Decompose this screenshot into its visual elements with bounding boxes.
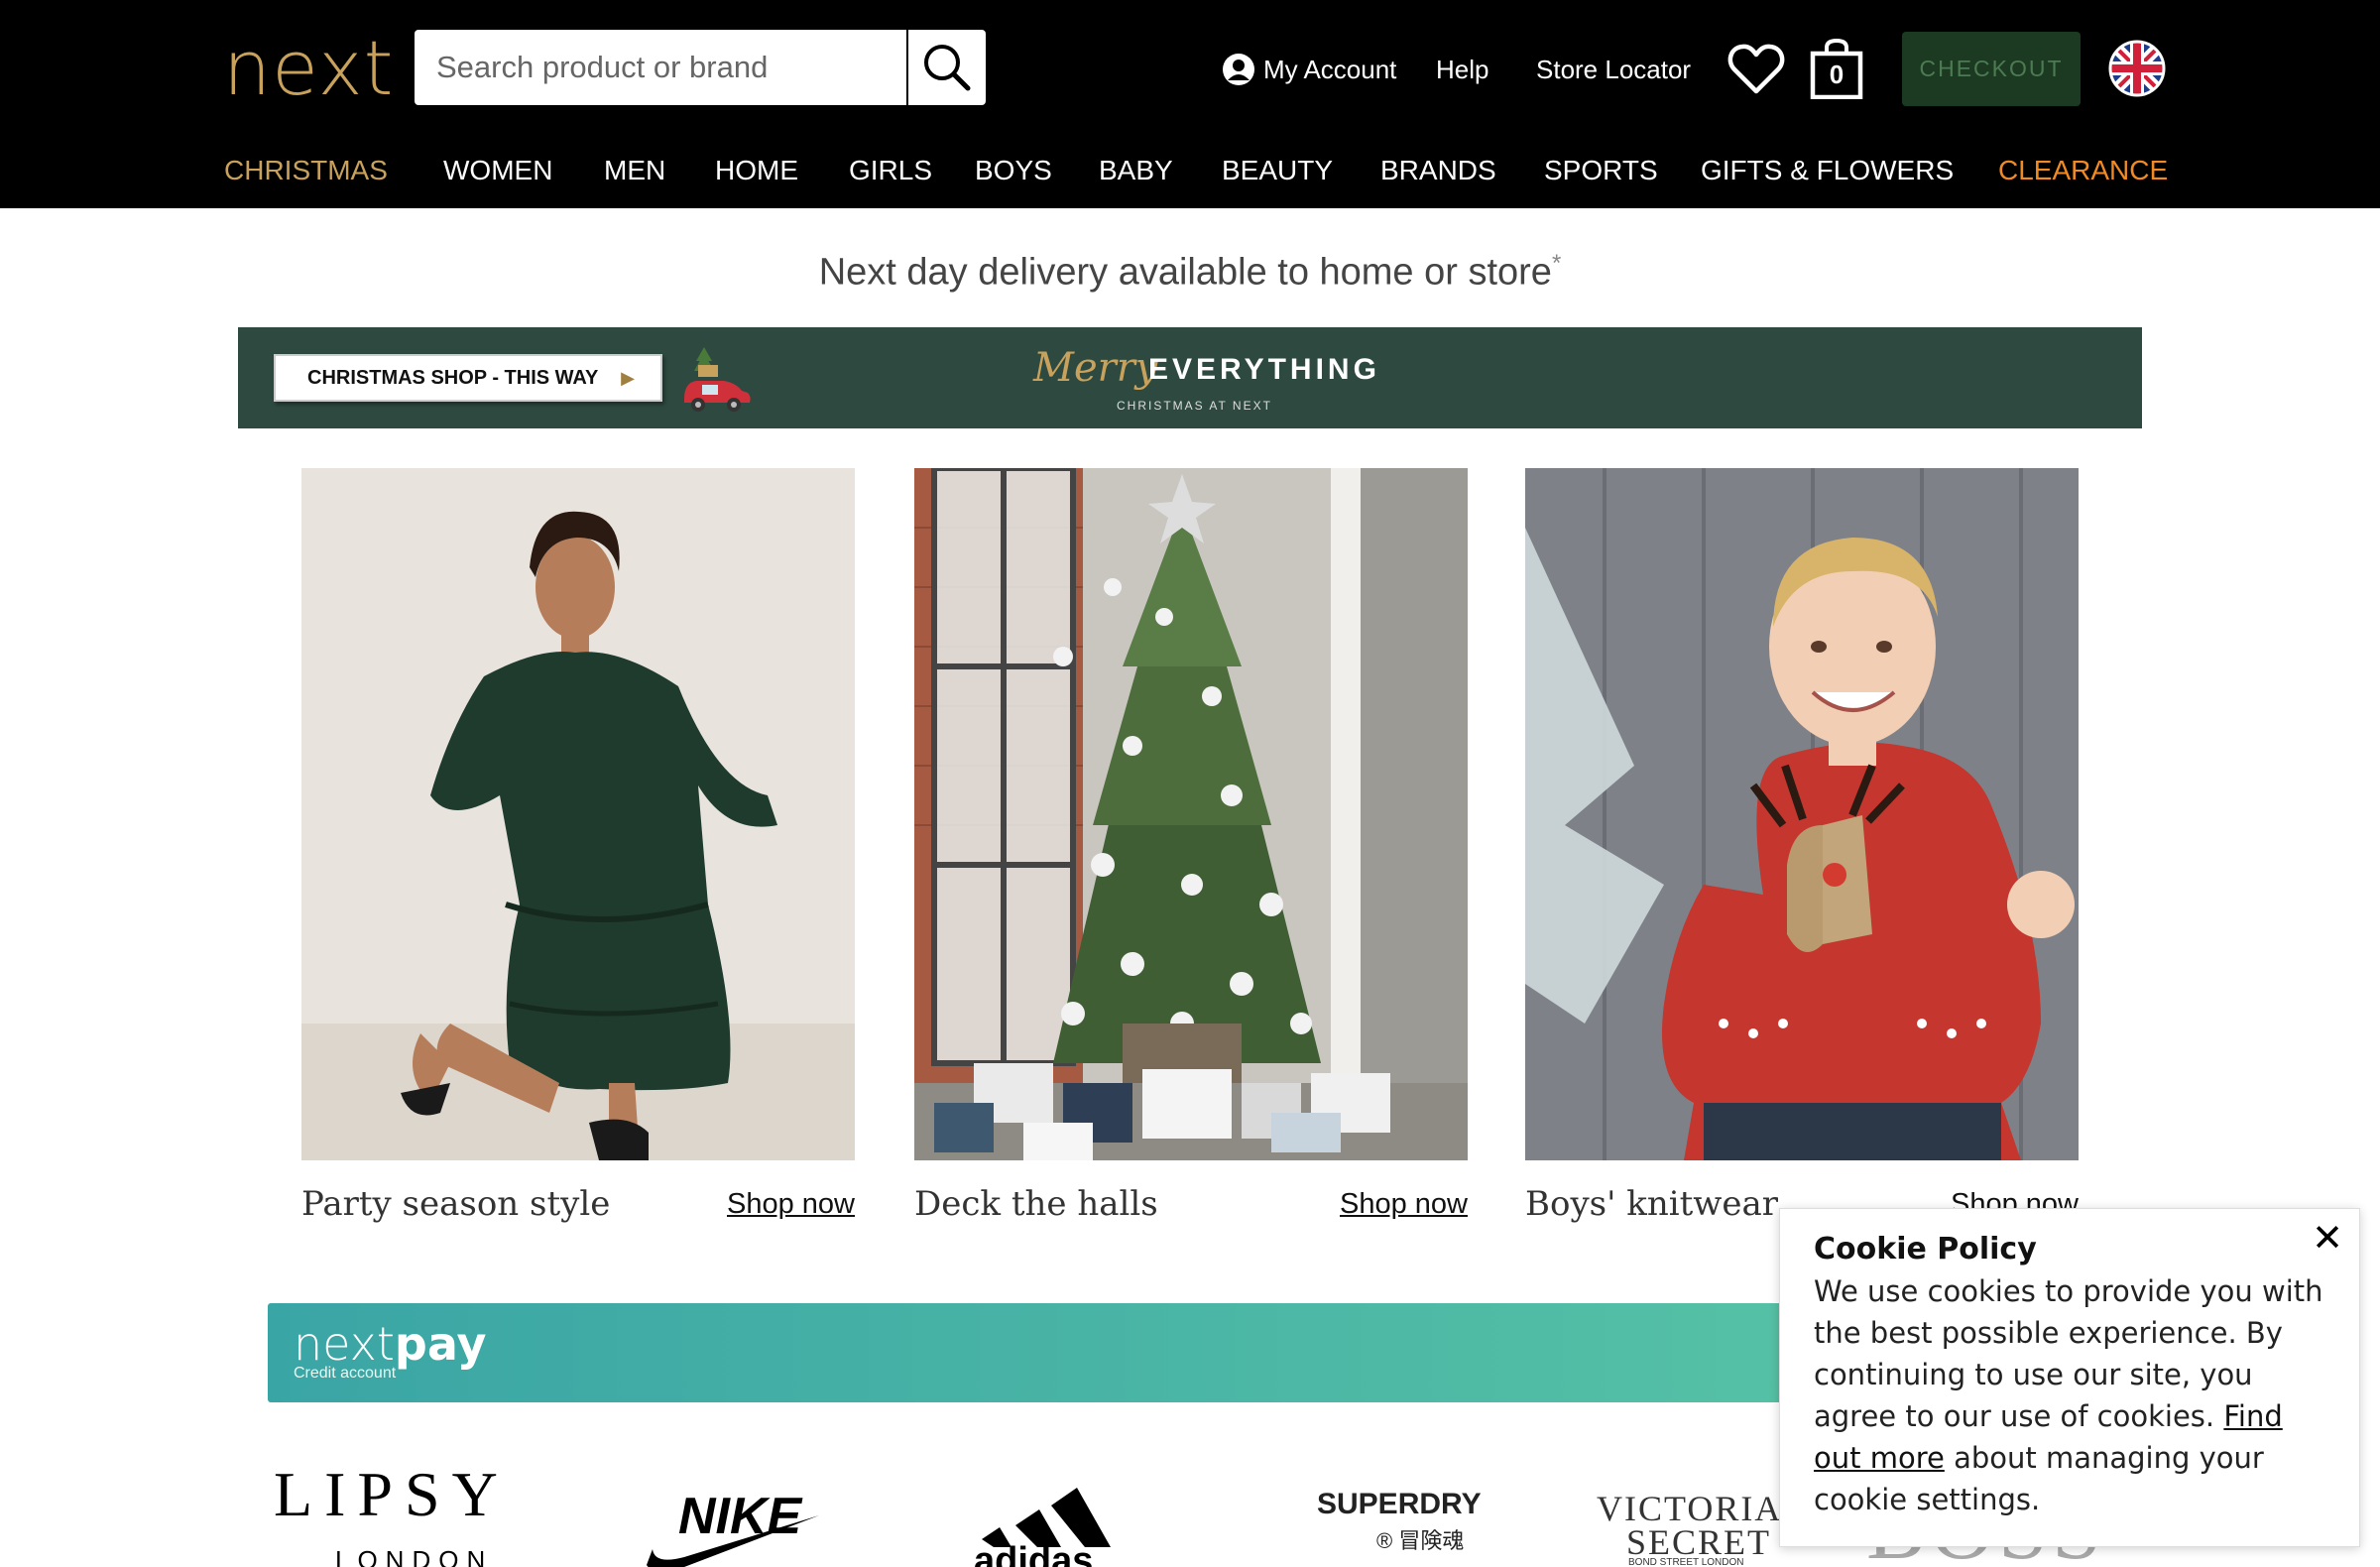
search-icon [924, 45, 971, 91]
shop-now-link[interactable]: Shop now [1340, 1188, 1468, 1221]
christmas-tree-image[interactable] [914, 468, 1468, 1160]
search-box [415, 30, 986, 105]
nextpay-logo-next: next [294, 1317, 395, 1371]
party-dress-image[interactable] [301, 468, 855, 1160]
search-input[interactable] [415, 30, 906, 105]
lipsy-logo-sub: LONDON [335, 1545, 494, 1567]
main-nav: CHRISTMAS WOMEN MEN HOME GIRLS BOYS BABY… [0, 151, 2380, 190]
nav-clearance[interactable]: CLEARANCE [1998, 151, 2168, 190]
play-arrow-icon: ▶ [621, 368, 635, 388]
card-caption: Deck the halls [914, 1184, 1158, 1224]
superdry-logo-sub: ® 冒険魂 [1376, 1528, 1465, 1553]
cookie-body: We use cookies to provide you with the b… [1814, 1270, 2329, 1520]
nav-beauty[interactable]: BEAUTY [1222, 151, 1333, 190]
help-link[interactable]: Help [1436, 52, 1488, 87]
promo-card-knitwear[interactable]: Boys' knitwear Shop now [1525, 468, 2079, 1224]
christmas-banner[interactable]: CHRISTMAS SHOP - THIS WAY ▶ Merry EVERYT… [238, 327, 2142, 428]
everything-text: EVERYTHING [1148, 353, 1380, 386]
christmas-shop-label: CHRISTMAS SHOP - THIS WAY [307, 367, 599, 389]
nav-boys[interactable]: BOYS [975, 151, 1052, 190]
christmas-at-next-text: CHRISTMAS AT NEXT [1117, 399, 1272, 413]
nike-logo-text: NIKE [678, 1488, 803, 1545]
my-account-link[interactable]: My Account [1222, 52, 1396, 87]
card-caption: Boys' knitwear [1525, 1184, 1779, 1224]
delivery-asterisk: * [1551, 250, 1562, 277]
nav-sports[interactable]: SPORTS [1544, 151, 1658, 190]
uk-flag-icon[interactable] [2108, 40, 2166, 97]
nextpay-logo: nextpay [294, 1317, 486, 1371]
superdry-logo[interactable]: SUPERDRY [1317, 1488, 1482, 1521]
shop-now-link[interactable]: Shop now [727, 1188, 855, 1221]
close-icon[interactable]: ✕ [2312, 1219, 2343, 1259]
nav-brands[interactable]: BRANDS [1380, 151, 1496, 190]
nextpay-logo-pay: pay [394, 1317, 487, 1371]
promo-card-party[interactable]: Party season style Shop now [301, 468, 855, 1224]
store-locator-link[interactable]: Store Locator [1536, 52, 1691, 87]
card-caption: Party season style [301, 1184, 611, 1224]
nike-logo[interactable]: NIKE [645, 1486, 823, 1567]
search-button[interactable] [906, 30, 986, 105]
promo-card-halls[interactable]: Deck the halls Shop now [914, 468, 1468, 1224]
nextpay-subtitle: Credit account [294, 1365, 397, 1382]
merry-text: Merry [1033, 345, 1158, 391]
boys-knitwear-image[interactable] [1525, 468, 2079, 1160]
nav-gifts-flowers[interactable]: GIFTS & FLOWERS [1701, 151, 1954, 190]
heart-icon[interactable] [1727, 42, 1785, 95]
car-with-tree-icon [684, 347, 751, 412]
checkout-button[interactable]: CHECKOUT [1902, 32, 2081, 106]
account-icon [1223, 54, 1254, 85]
my-account-label: My Account [1263, 55, 1397, 84]
nav-women[interactable]: WOMEN [443, 151, 552, 190]
adidas-logo[interactable]: adidas [970, 1482, 1119, 1567]
victorias-secret-logo-line3: BOND STREET LONDON [1628, 1557, 1744, 1567]
christmas-shop-button[interactable]: CHRISTMAS SHOP - THIS WAY ▶ [274, 354, 662, 402]
delivery-message[interactable]: Next day delivery available to home or s… [0, 250, 2380, 295]
nav-home[interactable]: HOME [715, 151, 798, 190]
adidas-logo-text: adidas [974, 1540, 1093, 1567]
bag-count: 0 [1829, 60, 1844, 89]
delivery-text: Next day delivery available to home or s… [818, 251, 1552, 294]
shopping-bag-button[interactable]: 0 [1809, 38, 1864, 100]
nav-men[interactable]: MEN [604, 151, 665, 190]
site-header: next My Account Help Store Locator 0 CHE… [0, 0, 2380, 208]
nav-christmas[interactable]: CHRISTMAS [224, 151, 388, 190]
next-logo[interactable]: next [223, 24, 394, 113]
nav-girls[interactable]: GIRLS [849, 151, 932, 190]
cookie-title: Cookie Policy [1814, 1232, 2037, 1266]
nav-baby[interactable]: BABY [1099, 151, 1173, 190]
lipsy-logo[interactable]: LIPSY [274, 1458, 510, 1531]
cookie-policy-popup: ✕ Cookie Policy We use cookies to provid… [1779, 1208, 2360, 1547]
